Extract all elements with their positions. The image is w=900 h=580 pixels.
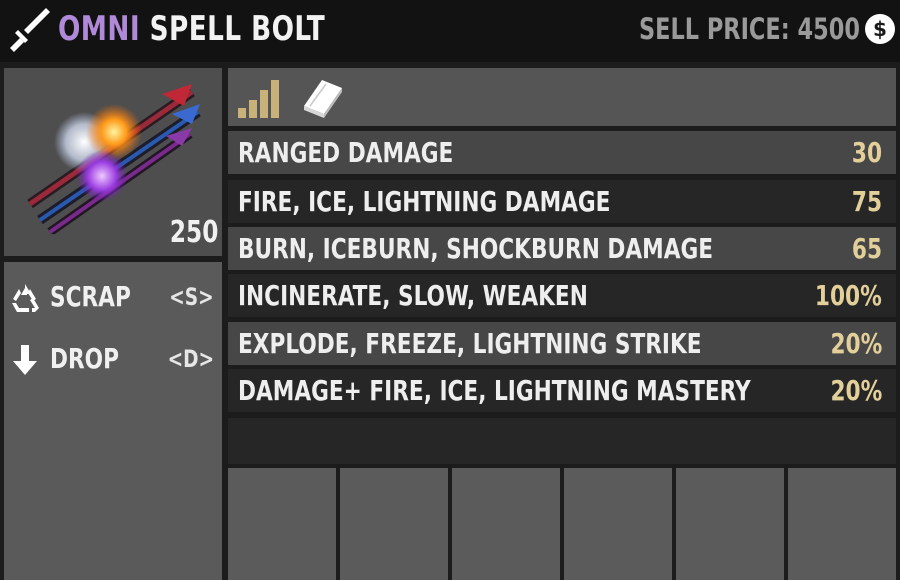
- mod-slot-1[interactable]: [228, 468, 336, 580]
- quality-bar: [228, 68, 896, 126]
- stat-row: EXPLODE, FREEZE, LIGHTNING STRIKE 20%: [228, 322, 896, 365]
- stat-value: 65: [851, 232, 882, 265]
- stat-label: EXPLODE, FREEZE, LIGHTNING STRIKE: [238, 327, 702, 360]
- stat-row: RANGED DAMAGE 30: [228, 131, 896, 174]
- stat-label: BURN, ICEBURN, SHOCKBURN DAMAGE: [238, 232, 714, 265]
- dagger-icon: [10, 8, 50, 52]
- mod-slot-2[interactable]: [340, 468, 448, 580]
- scrap-button[interactable]: SCRAP <S>: [4, 272, 222, 322]
- stat-row: INCINERATE, SLOW, WEAKEN 100%: [228, 274, 896, 317]
- scrap-label: SCRAP: [50, 280, 131, 313]
- item-tier: OMNI: [58, 9, 141, 49]
- drop-button[interactable]: DROP <D>: [4, 334, 222, 384]
- quality-bars-icon: [238, 80, 279, 118]
- mod-slot-6[interactable]: [788, 468, 896, 580]
- sell-price-label: SELL PRICE:: [639, 12, 790, 46]
- stat-value: 100%: [815, 279, 882, 312]
- item-name: SPELL BOLT: [149, 9, 326, 49]
- mod-slot-3[interactable]: [452, 468, 560, 580]
- svg-text:$: $: [873, 17, 887, 41]
- stat-value: 30: [851, 136, 882, 169]
- stat-label: FIRE, ICE, LIGHTNING DAMAGE: [238, 185, 611, 218]
- stat-row: BURN, ICEBURN, SHOCKBURN DAMAGE 65: [228, 227, 896, 270]
- spell-bolt-arrows-image: [27, 84, 201, 234]
- item-header: OMNI SPELL BOLT SELL PRICE: 4500 $: [0, 0, 900, 62]
- stat-label: DAMAGE+ FIRE, ICE, LIGHTNING MASTERY: [238, 374, 751, 407]
- dollar-coin-icon: $: [865, 14, 895, 44]
- stat-value: 20%: [830, 327, 882, 360]
- stat-value: 20%: [830, 374, 882, 407]
- sell-price: SELL PRICE: 4500: [639, 6, 860, 52]
- item-inspect-window: OMNI SPELL BOLT SELL PRICE: 4500 $ 250 S…: [0, 0, 900, 580]
- sell-price-value: 4500: [797, 12, 860, 46]
- stat-label: INCINERATE, SLOW, WEAKEN: [238, 279, 588, 312]
- drop-label: DROP: [50, 342, 119, 375]
- item-preview: 250: [4, 68, 222, 256]
- book-icon[interactable]: [300, 76, 346, 120]
- stat-label: RANGED DAMAGE: [238, 136, 454, 169]
- item-title: OMNI SPELL BOLT: [58, 6, 325, 52]
- stat-value: 75: [851, 185, 882, 218]
- stat-row: FIRE, ICE, LIGHTNING DAMAGE 75: [228, 180, 896, 223]
- scrap-hotkey: <S>: [169, 283, 214, 311]
- drop-hotkey: <D>: [167, 345, 214, 373]
- recycle-icon: [12, 284, 39, 312]
- stat-row: DAMAGE+ FIRE, ICE, LIGHTNING MASTERY 20%: [228, 369, 896, 412]
- mod-slot-5[interactable]: [676, 468, 784, 580]
- action-panel: SCRAP <S> DROP <D>: [4, 262, 222, 580]
- item-quantity: 250: [169, 215, 218, 250]
- arrow-down-icon: [13, 345, 37, 375]
- mod-slot-4[interactable]: [564, 468, 672, 580]
- empty-stat-row: [228, 418, 896, 464]
